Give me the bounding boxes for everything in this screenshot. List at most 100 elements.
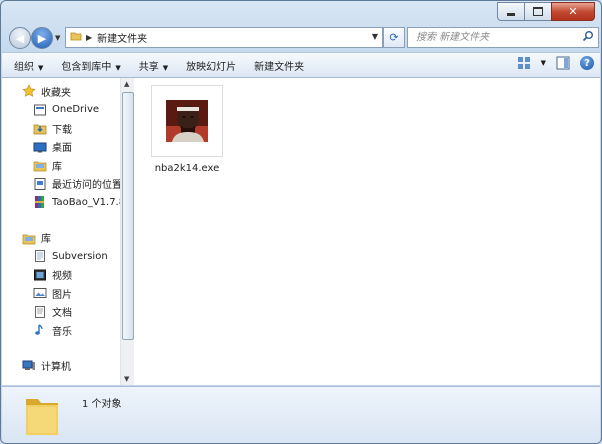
music-icon	[33, 323, 47, 337]
share-label: 共享	[138, 61, 159, 73]
nav-item-pictures[interactable]: 图片	[2, 284, 120, 303]
preview-pane-button[interactable]	[556, 56, 570, 70]
file-item[interactable]: nba2k14.exe	[148, 85, 226, 174]
basketball-player-thumbnail	[166, 100, 208, 142]
nav-computer[interactable]: 计算机	[2, 357, 120, 376]
nav-item-subversion[interactable]: Subversion	[2, 247, 120, 266]
nav-item-music[interactable]: 音乐	[2, 321, 120, 340]
include-library-label: 包含到库中	[61, 61, 112, 73]
organize-menu[interactable]: 组织 ▼	[14, 58, 43, 73]
nav-favorites[interactable]: 收藏夹	[2, 82, 120, 101]
nav-item-label: 音乐	[52, 326, 72, 338]
refresh-button[interactable]: ⟳	[383, 27, 405, 48]
back-arrow-icon: ◀	[15, 31, 25, 45]
video-icon	[33, 268, 47, 282]
recent-pages-dropdown[interactable]: ▼	[55, 34, 60, 42]
documents-icon	[33, 305, 47, 319]
nav-item-label: 最近访问的位置	[52, 180, 120, 192]
nav-favorites-label: 收藏夹	[41, 87, 71, 99]
nav-item-label: OneDrive	[52, 104, 100, 116]
chevron-down-icon: ▼	[540, 59, 546, 67]
star-icon	[22, 84, 36, 98]
explorer-window: ✕ ◀ ▶ ▼ ▶ 新建文件夹 ▼ ⟳ 组织▼ 包含到库中▼ 共享▼ 放映幻灯片…	[0, 0, 602, 444]
nav-item-recent-places[interactable]: 最近访问的位置	[2, 175, 120, 194]
close-icon: ✕	[568, 5, 578, 18]
nav-item-documents[interactable]: 文档	[2, 303, 120, 322]
search-box	[407, 27, 599, 48]
nav-item-label: 库	[52, 161, 62, 173]
downloads-icon	[33, 121, 47, 135]
include-in-library-menu[interactable]: 包含到库中 ▼	[61, 58, 120, 73]
organize-label: 组织	[14, 61, 34, 73]
window-caption-buttons: ✕	[497, 2, 595, 21]
chevron-down-icon: ▼	[115, 63, 121, 72]
minimize-button[interactable]	[497, 2, 525, 21]
scrollbar-thumb[interactable]	[122, 92, 134, 340]
scroll-down-icon[interactable]: ▼	[124, 375, 129, 383]
nav-item-taobao[interactable]: TaoBao_V1.7.8.	[2, 193, 120, 212]
view-controls: ▼ ?	[507, 56, 594, 70]
new-folder-button[interactable]: 新建文件夹	[254, 58, 304, 73]
navigation-scrollbar[interactable]: ▲ ▼	[120, 78, 134, 385]
nav-item-label: 桌面	[52, 143, 72, 155]
forward-arrow-icon: ▶	[37, 31, 47, 45]
pictures-icon	[33, 286, 47, 300]
back-button[interactable]: ◀	[9, 27, 31, 49]
file-name: nba2k14.exe	[154, 163, 220, 174]
help-button[interactable]: ?	[580, 56, 594, 70]
search-icon[interactable]	[582, 30, 594, 45]
close-button[interactable]: ✕	[551, 2, 595, 21]
nav-item-videos[interactable]: 视频	[2, 266, 120, 285]
onedrive-icon	[33, 103, 47, 117]
maximize-button[interactable]	[524, 2, 552, 21]
view-options-dropdown[interactable]: ▼	[541, 59, 546, 67]
nav-item-library[interactable]: 库	[2, 156, 120, 175]
refresh-icon: ⟳	[389, 31, 399, 44]
nav-libraries[interactable]: 库	[2, 229, 120, 248]
command-bar: 组织 ▼ 包含到库中 ▼ 共享 ▼ 放映幻灯片 新建文件夹 ▼ ?	[2, 52, 600, 78]
nav-item-label: 下载	[52, 124, 72, 136]
nav-item-label: 文档	[52, 308, 72, 320]
search-input[interactable]	[414, 31, 578, 44]
help-icon: ?	[580, 56, 594, 70]
nav-item-label: TaoBao_V1.7.8.	[52, 196, 120, 208]
nav-item-desktop[interactable]: 桌面	[2, 138, 120, 157]
breadcrumb-separator-icon[interactable]: ▶	[86, 33, 92, 42]
maximize-icon	[533, 7, 543, 16]
address-bar[interactable]: ▶ 新建文件夹 ▼	[65, 27, 383, 48]
document-library-icon	[33, 249, 47, 263]
navigation-pane: 收藏夹 OneDrive 下载 桌面 库 最近访问的位置 TaoBao_V1.7…	[2, 78, 134, 385]
breadcrumb-current-folder[interactable]: 新建文件夹	[97, 30, 147, 45]
nav-item-label: 视频	[52, 271, 72, 283]
navigation-bar: ◀ ▶ ▼ ▶ 新建文件夹 ▼ ⟳	[9, 25, 599, 49]
change-view-button[interactable]	[517, 56, 531, 70]
recent-places-icon	[33, 177, 47, 191]
share-menu[interactable]: 共享 ▼	[139, 58, 168, 73]
forward-button[interactable]: ▶	[31, 27, 53, 49]
chevron-down-icon: ▼	[162, 63, 169, 72]
slideshow-button[interactable]: 放映幻灯片	[186, 58, 236, 73]
file-thumbnail	[151, 85, 223, 157]
address-history-dropdown-icon[interactable]: ▼	[372, 32, 378, 41]
computer-icon	[22, 359, 36, 373]
nav-item-label: Subversion	[52, 250, 108, 262]
chevron-down-icon: ▼	[38, 63, 44, 72]
nav-item-downloads[interactable]: 下载	[2, 119, 120, 138]
folder-icon	[70, 30, 82, 45]
navigation-tree: 收藏夹 OneDrive 下载 桌面 库 最近访问的位置 TaoBao_V1.7…	[2, 82, 120, 375]
scroll-up-icon[interactable]: ▲	[124, 80, 129, 88]
desktop-icon	[33, 140, 47, 154]
view-icon	[517, 57, 530, 69]
folder-icon	[22, 391, 62, 442]
winrar-archive-icon	[33, 195, 47, 209]
file-list-view: nba2k14.exe	[134, 78, 600, 385]
nav-item-onedrive[interactable]: OneDrive	[2, 101, 120, 120]
nav-computer-label: 计算机	[41, 362, 71, 374]
nav-item-label: 图片	[52, 289, 72, 301]
minimize-icon	[507, 13, 515, 16]
nav-libraries-label: 库	[41, 234, 51, 246]
library-icon	[33, 158, 47, 172]
library-icon	[22, 231, 36, 245]
